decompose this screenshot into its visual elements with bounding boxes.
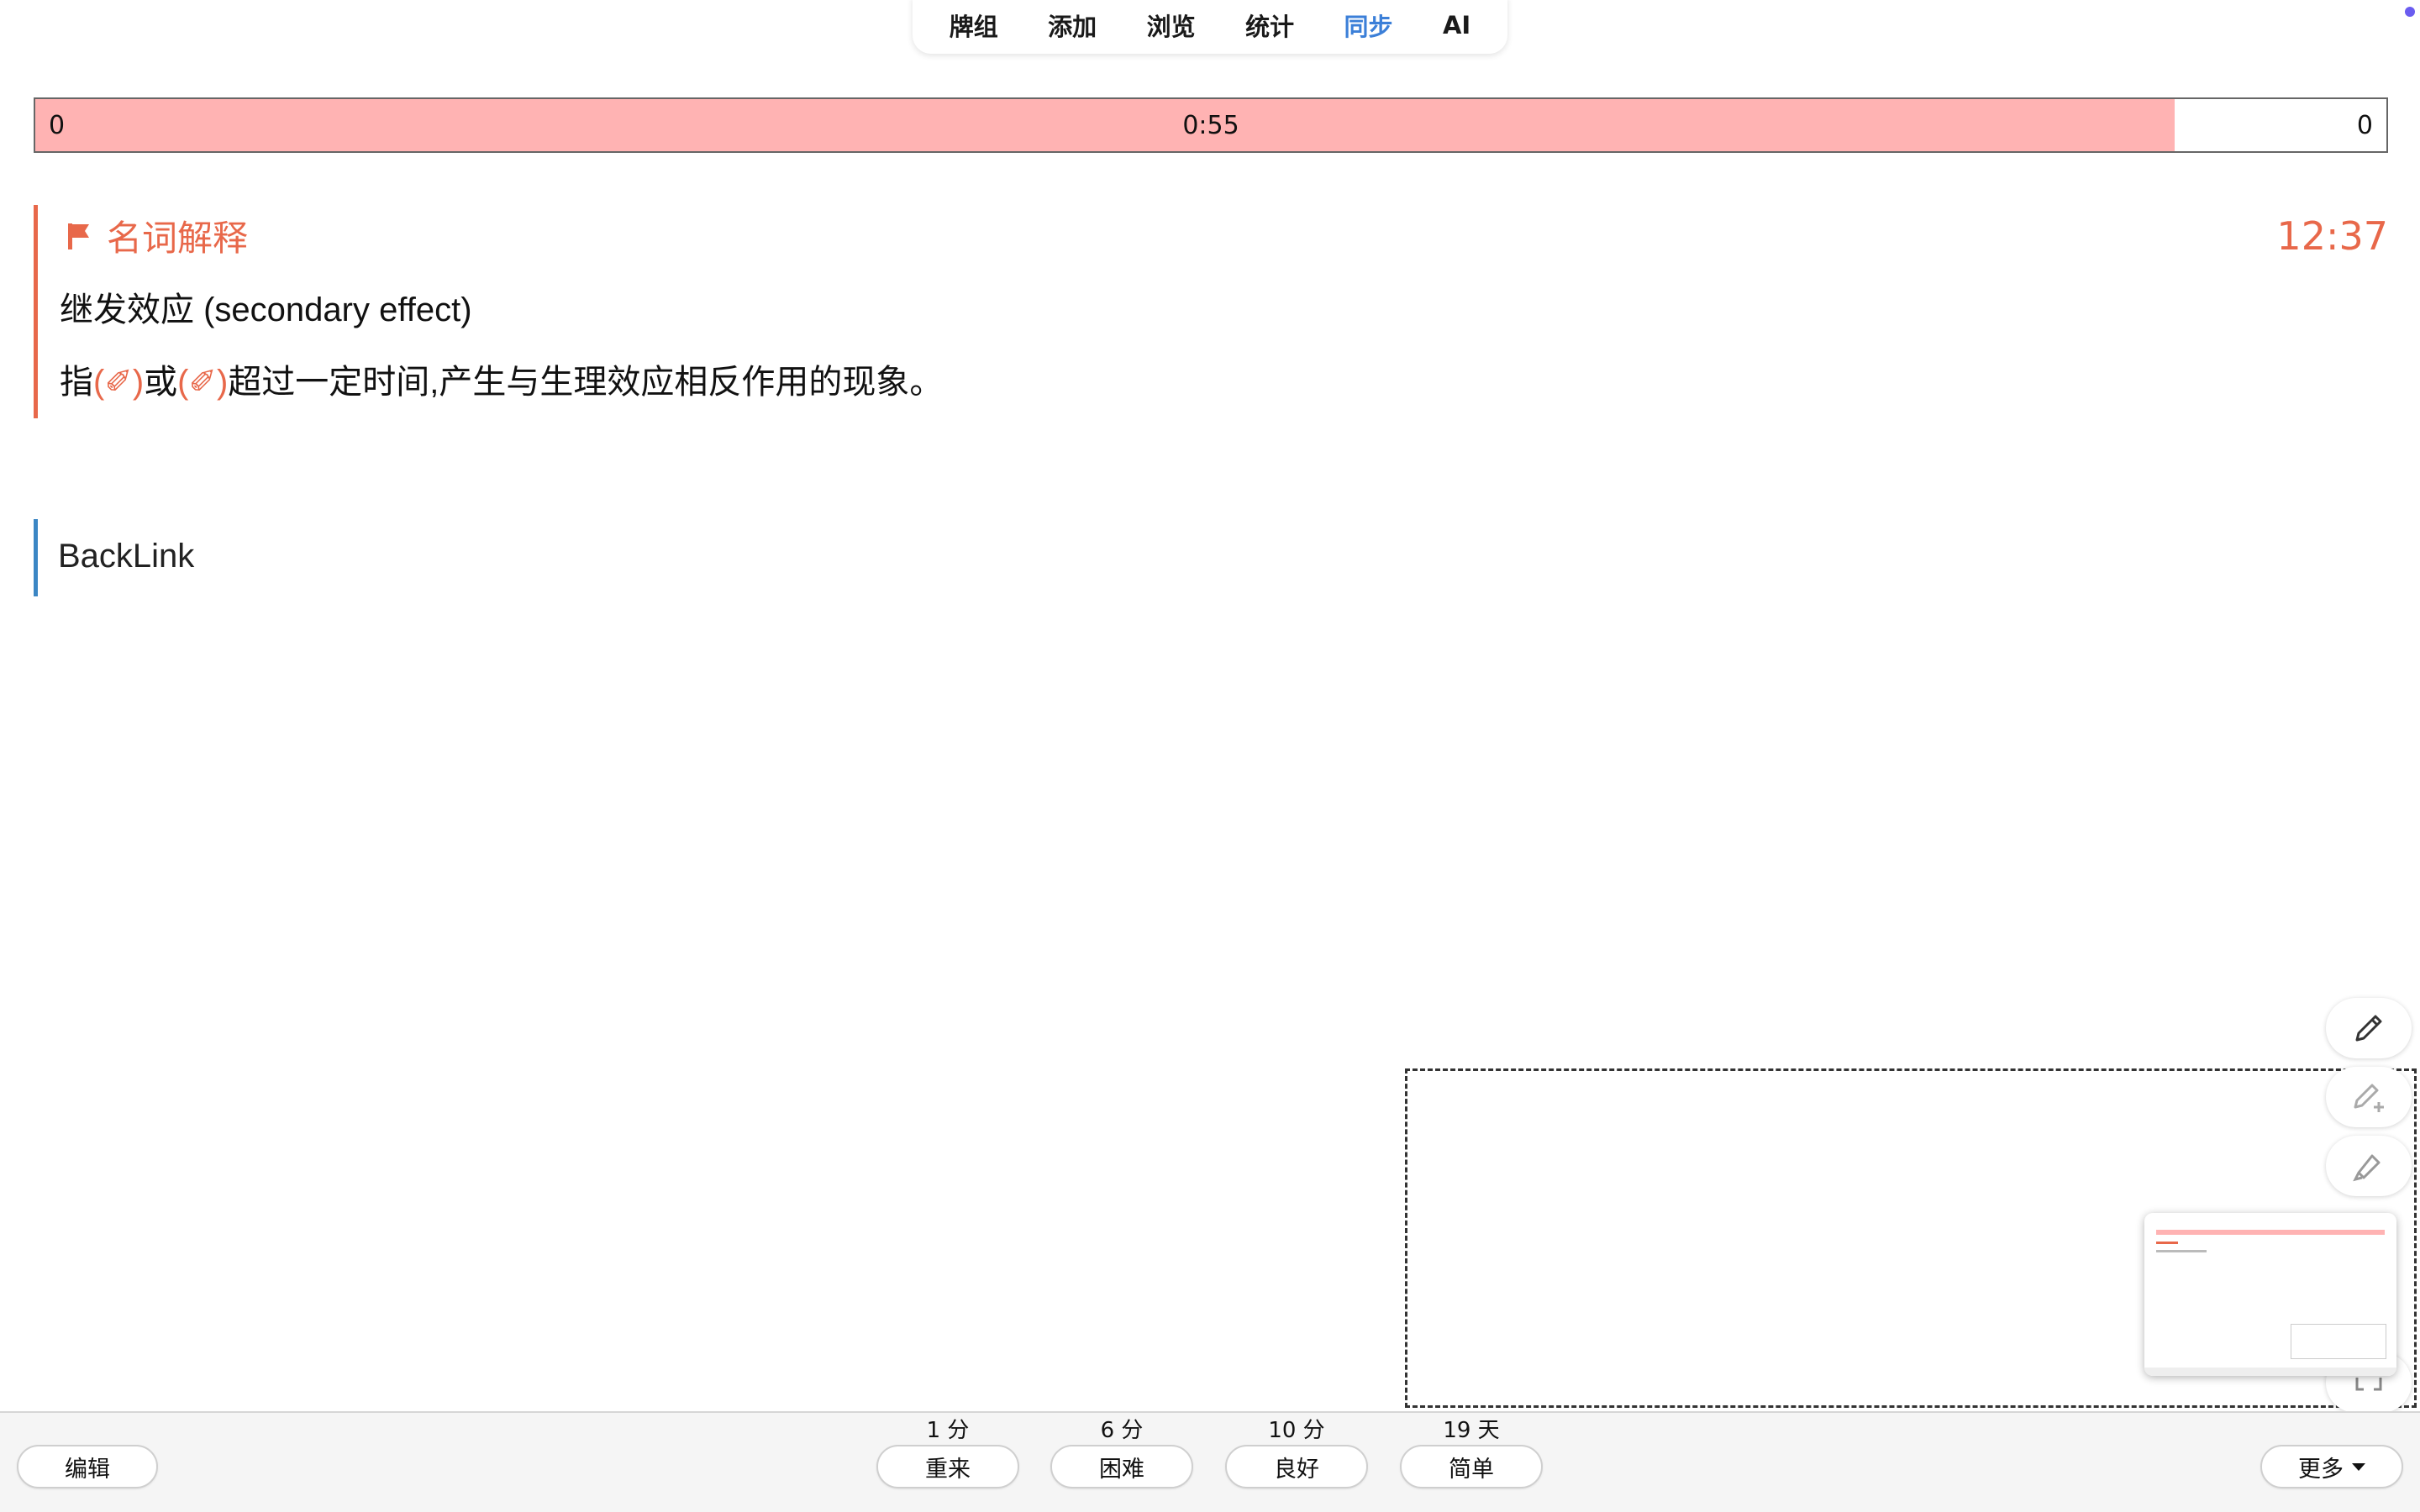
card-question: 名词解释 12:37 继发效应 (secondary effect) 指(✐)或… <box>34 205 2388 418</box>
thumb-line <box>2156 1250 2207 1252</box>
again-interval: 1 分 <box>926 1418 970 1443</box>
top-nav: 牌组 添加 浏览 统计 同步 AI <box>913 0 1507 54</box>
highlighter-icon <box>2353 1154 2381 1182</box>
thumb-line <box>2156 1242 2178 1244</box>
def-prefix: 指 <box>60 364 93 401</box>
pen-add-tool-button[interactable] <box>2326 1067 2412 1127</box>
page-preview-thumbnail[interactable] <box>2144 1213 2396 1376</box>
easy-button[interactable]: 简单 <box>1400 1445 1543 1488</box>
card-type-header: 名词解释 <box>66 210 248 261</box>
highlighter-tool-button[interactable] <box>2326 1136 2412 1196</box>
progress-timer: 0:55 <box>1182 111 1239 140</box>
tab-browse[interactable]: 浏览 <box>1147 8 1196 43</box>
flag-icon <box>68 223 89 249</box>
progress-right-count: 0 <box>2356 111 2373 140</box>
hard-button[interactable]: 困难 <box>1050 1445 1193 1488</box>
more-label: 更多 <box>2298 1456 2344 1483</box>
cloze-1[interactable]: (✐) <box>93 364 144 401</box>
timer-progress-bar: 0 0:55 0 <box>34 97 2388 153</box>
thumb-progress <box>2156 1230 2385 1235</box>
bottom-toolbar <box>0 1411 2420 1512</box>
more-button[interactable]: 更多 <box>2260 1445 2403 1488</box>
pencil-plus-icon <box>2354 1084 2384 1112</box>
def-suffix: 超过一定时间,产生与生理效应相反作用的现象。 <box>228 364 944 401</box>
again-button[interactable]: 重来 <box>876 1445 1019 1488</box>
card-term: 继发效应 (secondary effect) <box>60 291 472 328</box>
card-type-label: 名词解释 <box>107 218 249 259</box>
tab-add[interactable]: 添加 <box>1048 8 1097 43</box>
tab-sync[interactable]: 同步 <box>1344 8 1393 43</box>
caret-down-icon <box>2352 1462 2365 1471</box>
def-mid: 或 <box>144 364 178 401</box>
pen-tool-button[interactable] <box>2326 998 2412 1058</box>
good-interval: 10 分 <box>1268 1418 1325 1443</box>
cloze-2[interactable]: (✐) <box>177 364 228 401</box>
tab-stats[interactable]: 统计 <box>1245 8 1294 43</box>
backlink-label[interactable]: BackLink <box>58 538 194 575</box>
backlink-section: BackLink <box>34 519 706 596</box>
tab-decks[interactable]: 牌组 <box>950 8 998 43</box>
pencil-icon <box>2355 1015 2382 1042</box>
easy-interval: 19 天 <box>1443 1418 1500 1443</box>
thumb-draw-area <box>2291 1324 2386 1359</box>
edit-button[interactable]: 编辑 <box>17 1445 158 1488</box>
thumb-footer <box>2144 1368 2396 1376</box>
status-dot <box>2405 7 2415 17</box>
card-definition: 指(✐)或(✐)超过一定时间,产生与生理效应相反作用的现象。 <box>60 354 943 403</box>
card-time: 12:37 <box>2276 213 2388 259</box>
hard-interval: 6 分 <box>1100 1418 1144 1443</box>
good-button[interactable]: 良好 <box>1225 1445 1368 1488</box>
tab-ai[interactable]: AI <box>1443 11 1470 39</box>
